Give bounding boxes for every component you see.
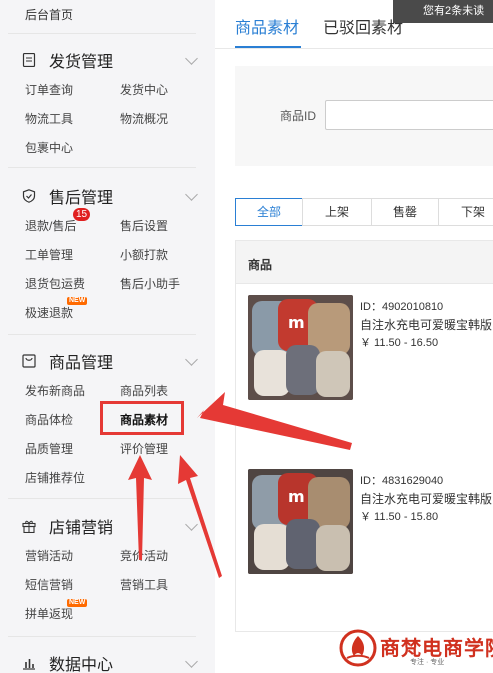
sidebar-item-refund[interactable]: 退款/售后	[25, 217, 76, 234]
product-name[interactable]: 自注水充电可爱暖宝韩版	[360, 316, 492, 333]
tab-rejected-material[interactable]: 已驳回素材	[323, 14, 403, 38]
highlight-box	[100, 401, 184, 435]
section-data-header[interactable]: 数据中心	[22, 651, 113, 673]
sidebar-home-link[interactable]: 后台首页	[25, 6, 73, 23]
watermark-slogan: 专注 · 专业	[410, 659, 445, 666]
section-aftersale-header[interactable]: 售后管理	[22, 184, 113, 208]
table-header: 商品	[235, 240, 493, 284]
section-marketing-header[interactable]: 店铺营销	[22, 514, 113, 538]
section-shipping-header[interactable]: 发货管理	[22, 48, 113, 72]
section-title: 售后管理	[49, 190, 114, 207]
sidebar-divider	[8, 33, 196, 34]
product-id: ID：4902010810	[360, 301, 444, 313]
chevron-down-icon[interactable]	[185, 518, 198, 531]
refund-count-badge: 15	[73, 208, 91, 221]
sidebar-item-logistics-overview[interactable]: 物流概况	[120, 110, 168, 127]
new-tag: NEW	[67, 297, 88, 305]
sidebar-item-small-payment[interactable]: 小额打款	[120, 246, 168, 263]
sidebar: 后台首页 发货管理 订单查询 发货中心 物流工具 物流概况 包裹中心 售后管理 …	[0, 0, 215, 673]
sidebar-item-review-management[interactable]: 评价管理	[120, 440, 168, 457]
sidebar-item-marketing-tools[interactable]: 营销工具	[120, 576, 168, 593]
status-tab-onsale[interactable]: 上架	[302, 198, 372, 226]
main-content: 商品素材 已驳回素材 商品ID 全部 上架 售罄 下架 商品 m ID：4902…	[215, 0, 493, 673]
watermark-logo: 商梵电商学院 专注 · 专业	[338, 628, 493, 668]
bar-chart-icon	[22, 656, 36, 670]
shield-icon	[22, 189, 36, 203]
sidebar-item-ticket-management[interactable]: 工单管理	[25, 246, 73, 263]
sidebar-item-publish-goods[interactable]: 发布新商品	[25, 382, 85, 399]
sidebar-item-group-cashback[interactable]: 拼单返现	[25, 605, 73, 622]
column-header-goods: 商品	[248, 258, 273, 272]
status-tab-all[interactable]: 全部	[235, 198, 303, 226]
section-title: 发货管理	[49, 54, 114, 71]
sidebar-item-parcel-center[interactable]: 包裹中心	[25, 139, 73, 156]
product-name[interactable]: 自注水充电可爱暖宝韩版	[360, 490, 492, 507]
sidebar-item-marketing-activity[interactable]: 营销活动	[25, 547, 73, 564]
filter-panel: 商品ID	[235, 66, 493, 166]
goods-id-input[interactable]	[325, 100, 493, 130]
sidebar-item-goods-check[interactable]: 商品体检	[25, 411, 73, 428]
sidebar-item-logistics-tools[interactable]: 物流工具	[25, 110, 73, 127]
sidebar-item-order-query[interactable]: 订单查询	[25, 81, 73, 98]
product-image[interactable]: m	[248, 469, 353, 574]
sidebar-divider	[8, 167, 196, 168]
svg-text:m: m	[288, 487, 305, 506]
status-tab-soldout[interactable]: 售罄	[371, 198, 439, 226]
gift-icon	[22, 519, 36, 533]
section-title: 数据中心	[49, 657, 114, 673]
flame-logo-icon	[339, 629, 377, 667]
sidebar-divider	[8, 498, 196, 499]
sidebar-divider	[8, 636, 196, 637]
new-tag: NEW	[67, 599, 88, 607]
tab-goods-material[interactable]: 商品素材	[235, 14, 299, 38]
unread-notice[interactable]: 您有2条未读	[393, 0, 493, 23]
product-id: ID：4831629040	[360, 475, 444, 487]
bag-icon	[22, 354, 36, 368]
sidebar-item-shipping-center[interactable]: 发货中心	[120, 81, 168, 98]
chevron-down-icon[interactable]	[185, 353, 198, 366]
product-price: ￥ 11.50 - 15.80	[360, 511, 439, 523]
status-tab-offshelf[interactable]: 下架	[438, 198, 493, 226]
chevron-down-icon[interactable]	[185, 655, 198, 668]
sidebar-item-return-shipping[interactable]: 退货包运费	[25, 275, 85, 292]
svg-text:m: m	[288, 313, 305, 332]
tab-divider	[215, 48, 493, 49]
sidebar-item-bidding-activity[interactable]: 竞价活动	[120, 547, 168, 564]
sidebar-item-quality-management[interactable]: 品质管理	[25, 440, 73, 457]
document-icon	[22, 53, 36, 67]
sidebar-item-goods-list[interactable]: 商品列表	[120, 382, 168, 399]
sidebar-item-sms-marketing[interactable]: 短信营销	[25, 576, 73, 593]
sidebar-item-shop-recommend[interactable]: 店铺推荐位	[25, 469, 85, 486]
goods-id-label: 商品ID	[280, 109, 317, 123]
sidebar-item-aftersale-settings[interactable]: 售后设置	[120, 217, 168, 234]
chevron-down-icon[interactable]	[185, 188, 198, 201]
section-title: 商品管理	[49, 355, 114, 372]
product-price: ￥ 11.50 - 16.50	[360, 337, 439, 349]
section-goods-header[interactable]: 商品管理	[22, 349, 113, 373]
product-image[interactable]: m	[248, 295, 353, 400]
chevron-down-icon[interactable]	[185, 52, 198, 65]
section-title: 店铺营销	[49, 520, 114, 537]
sidebar-item-aftersale-assistant[interactable]: 售后小助手	[120, 275, 180, 292]
sidebar-divider	[8, 334, 196, 335]
sidebar-item-quick-refund[interactable]: 极速退款	[25, 304, 73, 321]
